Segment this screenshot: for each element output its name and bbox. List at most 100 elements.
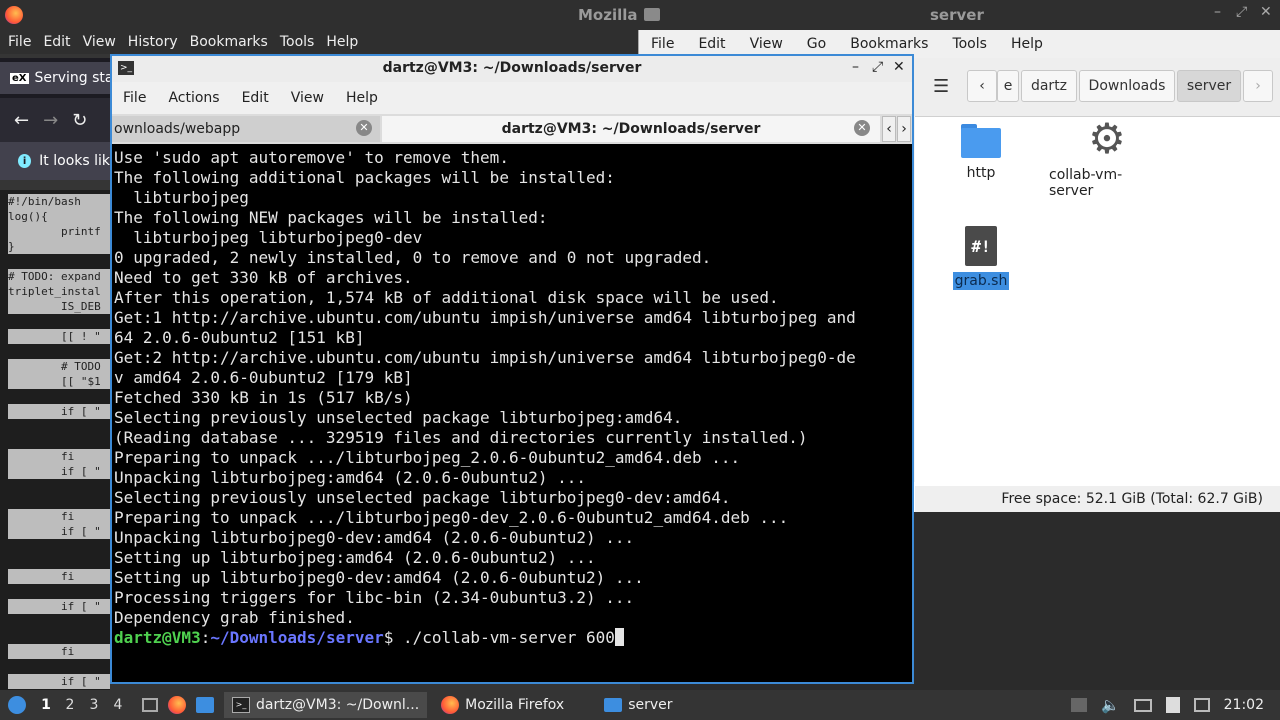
workspace-1[interactable]: 1 xyxy=(34,697,58,713)
terminal-output-line: The following NEW packages will be insta… xyxy=(114,208,548,227)
terminal-icon: >_ xyxy=(232,697,250,713)
firefox-icon xyxy=(441,696,460,714)
file-item-grab-sh[interactable]: #! grab.sh xyxy=(949,226,1013,290)
task-label: dartz@VM3: ~/Downl... xyxy=(256,697,420,713)
minimize-icon[interactable]: – xyxy=(852,59,859,75)
firefox-tab[interactable]: eX Serving stat xyxy=(0,62,110,94)
code-line: fi xyxy=(8,644,110,659)
code-line: if [ " xyxy=(8,599,110,614)
fm-menu-tools[interactable]: Tools xyxy=(940,36,999,52)
code-line: if [ " xyxy=(8,404,110,419)
task-firefox[interactable]: Mozilla Firefox xyxy=(433,692,572,718)
forward-icon[interactable]: → xyxy=(43,110,58,131)
tab-scroll-left-button[interactable]: ‹ xyxy=(882,116,896,142)
prompt-path: ~/Downloads/server xyxy=(210,628,384,647)
terminal-prompt-line[interactable]: dartz@VM3:~/Downloads/server$ ./collab-v… xyxy=(114,628,910,648)
eject-icon[interactable] xyxy=(1070,698,1087,712)
code-line: # TODO: expand xyxy=(8,269,110,284)
maximize-icon[interactable]: ⤢ xyxy=(872,59,883,75)
terminal-output-line: Preparing to unpack .../libturbojpeg0-de… xyxy=(114,508,789,527)
term-menu-actions[interactable]: Actions xyxy=(157,90,230,106)
clipboard-icon[interactable] xyxy=(1165,697,1180,713)
tab-label: dartz@VM3: ~/Downloads/server xyxy=(501,121,761,137)
menu-view[interactable]: View xyxy=(77,34,122,50)
show-desktop-icon[interactable] xyxy=(142,698,158,712)
workspace-3[interactable]: 3 xyxy=(82,697,106,713)
code-line: #!/bin/bash xyxy=(8,194,110,209)
code-line: [[ ! " xyxy=(8,329,110,344)
start-menu-icon[interactable] xyxy=(0,696,34,714)
firefox-launcher-icon[interactable] xyxy=(168,696,186,714)
reload-icon[interactable]: ↻ xyxy=(72,110,87,131)
file-item-http[interactable]: http xyxy=(955,120,1007,182)
fm-menu-edit[interactable]: Edit xyxy=(686,36,737,52)
file-manager-window-title: server xyxy=(930,6,984,24)
fm-menu-file[interactable]: File xyxy=(639,36,686,52)
maximize-icon[interactable]: ⤢ xyxy=(1236,4,1247,20)
fm-menu-go[interactable]: Go xyxy=(795,36,838,52)
network-icon[interactable] xyxy=(1193,698,1210,712)
tab-server[interactable]: dartz@VM3: ~/Downloads/server ✕ xyxy=(382,116,880,142)
menu-bookmarks[interactable]: Bookmarks xyxy=(184,34,274,50)
code-line: } xyxy=(8,239,110,254)
minimize-icon[interactable]: – xyxy=(1214,4,1221,20)
code-line: fi xyxy=(8,509,110,524)
terminal-output-line: Unpacking libturbojpeg:amd64 (2.0.6-0ubu… xyxy=(114,468,587,487)
firefox-nav-bar: ← → ↻ xyxy=(0,98,110,142)
terminal-output-line: Setting up libturbojpeg0-dev:amd64 (2.0.… xyxy=(114,568,644,587)
menu-edit[interactable]: Edit xyxy=(37,34,76,50)
file-label: http xyxy=(966,165,996,181)
breadcrumb-forward-button[interactable]: › xyxy=(1243,70,1273,102)
term-menu-help[interactable]: Help xyxy=(335,90,389,106)
fm-menu-help[interactable]: Help xyxy=(999,36,1055,52)
breadcrumb-server[interactable]: server xyxy=(1177,70,1241,102)
close-tab-icon[interactable]: ✕ xyxy=(356,120,372,136)
close-icon[interactable]: ✕ xyxy=(1260,4,1272,20)
menu-tools[interactable]: Tools xyxy=(274,34,321,50)
close-tab-icon[interactable]: ✕ xyxy=(854,120,870,136)
display-icon[interactable] xyxy=(1133,698,1152,712)
firefox-infobar: i It looks lik xyxy=(0,142,110,180)
tab-label: ownloads/webapp xyxy=(114,121,241,137)
breadcrumb-dartz[interactable]: dartz xyxy=(1021,70,1077,102)
breadcrumb-e[interactable]: e xyxy=(997,70,1019,102)
term-menu-file[interactable]: File xyxy=(112,90,157,106)
file-manager-launcher-icon[interactable] xyxy=(196,697,214,713)
file-item-collab-vm-server[interactable]: ⚙ collab-vm-server xyxy=(1047,118,1167,200)
workspace-2[interactable]: 2 xyxy=(58,697,82,713)
term-menu-view[interactable]: View xyxy=(280,90,335,106)
menu-help[interactable]: Help xyxy=(320,34,364,50)
breadcrumb-back-button[interactable]: ‹ xyxy=(967,70,997,102)
tab-title: Serving stat xyxy=(34,70,111,86)
taskbar: 1 2 3 4 >_ dartz@VM3: ~/Downl... Mozilla… xyxy=(0,690,1280,720)
fm-menu-view[interactable]: View xyxy=(738,36,795,52)
info-icon: i xyxy=(18,154,32,168)
terminal-title-bar: >_ dartz@VM3: ~/Downloads/server – ⤢ ✕ xyxy=(112,56,912,82)
command-input[interactable]: ./collab-vm-server 600 xyxy=(403,628,615,647)
terminal-output[interactable]: Use 'sudo apt autoremove' to remove them… xyxy=(114,148,910,678)
volume-icon[interactable]: 🔈 xyxy=(1101,696,1120,714)
firefox-page-content[interactable]: #!/bin/bash log(){ printf} # TODO: expand… xyxy=(0,190,110,690)
terminal-output-line: Dependency grab finished. xyxy=(114,608,355,627)
list-view-icon[interactable]: ☰ xyxy=(933,76,949,97)
close-icon[interactable]: ✕ xyxy=(893,59,905,75)
terminal-output-line: Processing triggers for libc-bin (2.34-0… xyxy=(114,588,635,607)
code-line: if [ " xyxy=(8,674,110,689)
term-menu-edit[interactable]: Edit xyxy=(231,90,280,106)
breadcrumb-downloads[interactable]: Downloads xyxy=(1079,70,1175,102)
workspace-4[interactable]: 4 xyxy=(106,697,130,713)
menu-history[interactable]: History xyxy=(122,34,184,50)
code-line: # TODO xyxy=(8,359,110,374)
tab-webapp[interactable]: ownloads/webapp ✕ xyxy=(112,116,380,142)
code-line: printf xyxy=(8,224,110,239)
task-terminal[interactable]: >_ dartz@VM3: ~/Downl... xyxy=(224,692,428,718)
terminal-text: Use 'sudo apt autoremove' to remove them… xyxy=(114,148,910,628)
menu-file[interactable]: File xyxy=(0,34,37,50)
terminal-output-line: Setting up libturbojpeg:amd64 (2.0.6-0ub… xyxy=(114,548,596,567)
text-cursor xyxy=(614,628,624,646)
back-icon[interactable]: ← xyxy=(14,110,29,131)
fm-menu-bookmarks[interactable]: Bookmarks xyxy=(838,36,940,52)
tab-scroll-right-button[interactable]: › xyxy=(897,116,911,142)
task-file-manager[interactable]: server xyxy=(596,692,680,718)
